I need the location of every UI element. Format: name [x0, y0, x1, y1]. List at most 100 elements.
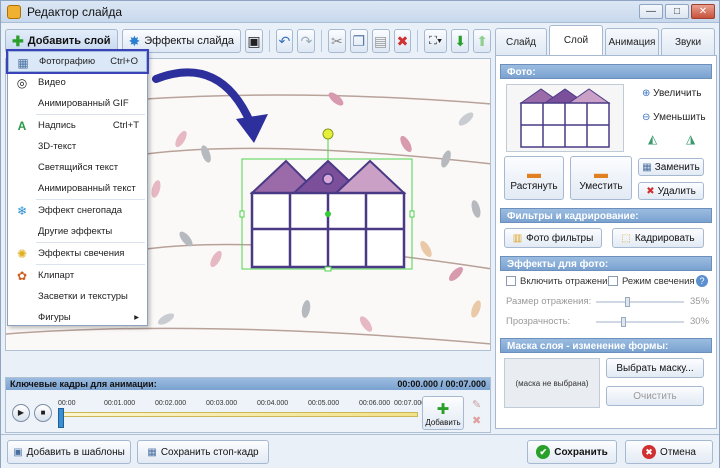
copy-button[interactable]: ❐ — [349, 29, 368, 53]
tab-slide[interactable]: Слайд — [495, 28, 547, 55]
menu-item-anim-text[interactable]: Анимированный текст — [8, 178, 147, 199]
reflection-size-value: 35% — [690, 296, 710, 307]
delete-x-icon: ✖ — [646, 185, 655, 197]
menu-item-gif[interactable]: Анимированный GIF — [8, 93, 147, 114]
move-down-button[interactable]: ⬇ — [451, 29, 470, 53]
undo-button[interactable]: ↶ — [275, 29, 294, 53]
reflection-size-slider[interactable] — [596, 297, 684, 307]
stretch-button[interactable]: ▬ Растянуть — [504, 156, 564, 200]
paste-button[interactable]: ▤ — [371, 29, 390, 53]
check-icon: ✔ — [536, 445, 551, 459]
camera-button[interactable]: ▣ — [245, 29, 263, 53]
crop-icon: ⬚ — [621, 232, 631, 244]
menu-item-glow-effects[interactable]: ✺ Эффекты свечения — [8, 243, 147, 264]
effects-section-header: Эффекты для фото: — [500, 256, 712, 271]
tab-animation[interactable]: Анимация — [605, 28, 659, 55]
stretch-icon: ▬ — [527, 164, 541, 181]
menu-item-textures[interactable]: Засветки и текстуры — [8, 286, 147, 307]
rotate-left-icon[interactable]: ◭ — [648, 132, 657, 146]
tick-label: 00:00 — [58, 400, 76, 407]
window-title: Редактор слайда — [27, 4, 123, 19]
glow-mode-checkbox[interactable]: Режим свечения — [608, 276, 695, 287]
menu-item-snow[interactable]: ❄ Эффект снегопада — [8, 200, 147, 221]
save-frame-button[interactable]: ▦ Сохранить стоп-кадр — [137, 440, 269, 464]
transparency-value: 30% — [690, 316, 710, 327]
minimize-button[interactable]: — — [639, 4, 663, 19]
add-to-templates-button[interactable]: ▣ Добавить в шаблоны — [7, 440, 131, 464]
tick-label: 00:04.000 — [257, 400, 289, 407]
timeline-header: Ключевые кадры для анимации: 00:00.000 / … — [6, 378, 490, 390]
tab-layer[interactable]: Слой — [549, 25, 603, 55]
playhead[interactable] — [58, 408, 64, 428]
bottom-bar: ▣ Добавить в шаблоны ▦ Сохранить стоп-кадр… — [1, 434, 719, 468]
template-icon: ▣ — [13, 446, 23, 458]
properties-panel: Слайд Слой Анимация Звуки Фото: ⊕ Увелич — [495, 25, 717, 429]
delete-icon: ✖ — [396, 32, 409, 49]
redo-icon: ↷ — [300, 32, 313, 49]
transparency-slider[interactable] — [596, 317, 684, 327]
clear-mask-button[interactable]: Очистить — [606, 386, 704, 406]
arrow-down-icon: ⬇ — [454, 32, 467, 49]
annotation-arrow-head — [236, 114, 268, 143]
timeline-track[interactable] — [58, 412, 418, 417]
cancel-button[interactable]: ✖ Отмена — [625, 440, 713, 464]
menu-item-other-effects[interactable]: Другие эффекты — [8, 221, 147, 242]
play-icon: ▶ — [17, 408, 25, 417]
paste-icon: ▤ — [374, 32, 388, 49]
edit-keyframe-icon[interactable]: ✎ — [472, 398, 481, 411]
remove-keyframe-icon[interactable]: ✖ — [472, 414, 481, 427]
filters-section-header: Фильтры и кадрирование: — [500, 208, 712, 223]
maximize-button[interactable]: □ — [665, 4, 689, 19]
plus-icon: ✚ — [436, 400, 450, 418]
snowflake-icon: ❄ — [16, 204, 28, 218]
transparency-knob[interactable] — [620, 317, 626, 327]
app-icon — [7, 4, 21, 19]
save-button[interactable]: ✔ Сохранить — [527, 440, 617, 464]
reflection-size-knob[interactable] — [625, 297, 631, 307]
tick-label: 00:07.000 — [394, 400, 426, 407]
add-keyframe-button[interactable]: ✚ Добавить — [422, 396, 464, 430]
tick-label: 00:06.000 — [359, 400, 391, 407]
fit-photo-button[interactable]: ▬ Уместить — [570, 156, 632, 200]
tab-sounds[interactable]: Звуки — [661, 28, 715, 55]
stop-button[interactable]: ■ — [34, 404, 52, 422]
tick-label: 00:03.000 — [206, 400, 238, 407]
choose-mask-button[interactable]: Выбрать маску... — [606, 358, 704, 378]
redo-button[interactable]: ↷ — [297, 29, 316, 53]
replace-button[interactable]: ▦ Заменить — [638, 158, 704, 176]
undo-icon: ↶ — [278, 32, 291, 49]
keyframe-timeline: Ключевые кадры для анимации: 00:00.000 / … — [5, 377, 491, 433]
reflection-checkbox[interactable]: Включить отражение — [506, 276, 613, 287]
rotate-right-icon[interactable]: ◮ — [686, 132, 695, 146]
zoom-in-icon: ⊕ — [642, 88, 651, 99]
arrow-up-icon: ⬆ — [476, 32, 488, 49]
delete-photo-button[interactable]: ✖ Удалить — [638, 182, 704, 200]
photo-filters-button[interactable]: ▥ Фото фильтры — [504, 228, 602, 248]
close-button[interactable]: ✕ — [691, 4, 715, 19]
crop-button[interactable]: ⬚ Кадрировать — [612, 228, 704, 248]
play-button[interactable]: ▶ — [12, 404, 30, 422]
delete-button[interactable]: ✖ — [393, 29, 412, 53]
stop-icon: ■ — [40, 408, 46, 417]
photo-thumbnail — [506, 84, 624, 152]
menu-item-shapes[interactable]: Фигуры ▸ — [8, 307, 147, 328]
zoom-out-icon: ⊖ — [642, 112, 651, 123]
help-icon[interactable]: ? — [696, 275, 708, 287]
slide-editor-window: Редактор слайда — □ ✕ ✚ Добавить слой ✸ Эф… — [0, 0, 720, 468]
move-up-button[interactable]: ⬆ — [473, 29, 492, 53]
menu-item-clipart[interactable]: ✿ Клипарт — [8, 265, 147, 286]
fit-button[interactable]: ⛶▾ — [424, 29, 448, 53]
menu-item-3d-text[interactable]: 3D-текст — [8, 136, 147, 157]
menu-item-video[interactable]: ◎ Видео — [8, 72, 147, 93]
replace-icon: ▦ — [642, 161, 652, 173]
menu-item-text[interactable]: A Надпись Ctrl+T — [8, 115, 147, 136]
zoom-in-button[interactable]: ⊕ Увеличить — [642, 88, 701, 99]
menu-item-glow-text[interactable]: Светящийся текст — [8, 157, 147, 178]
fit-photo-icon: ▬ — [594, 164, 608, 181]
zoom-out-button[interactable]: ⊖ Уменьшить — [642, 112, 706, 123]
frame-icon: ▦ — [147, 446, 157, 458]
photo-section-header: Фото: — [500, 64, 712, 79]
cut-button[interactable]: ✂ — [327, 29, 346, 53]
menu-item-photo[interactable]: ▦ Фотографию Ctrl+O — [6, 49, 149, 74]
timeline-ruler[interactable]: 00:00 00:01.000 00:02.000 00:03.000 00:0… — [58, 400, 425, 428]
